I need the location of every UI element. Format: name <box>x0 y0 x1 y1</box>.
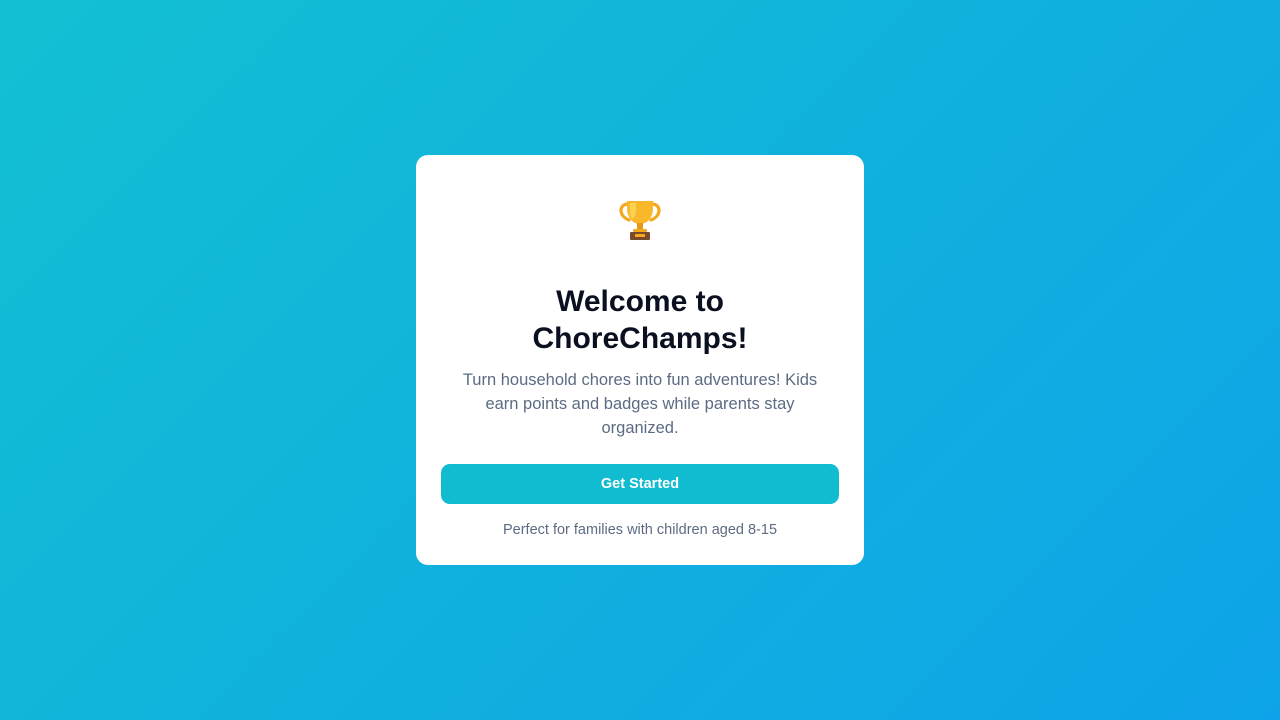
welcome-card: Welcome to ChoreChamps! Turn household c… <box>416 155 864 565</box>
audience-note: Perfect for families with children aged … <box>502 522 778 538</box>
get-started-button[interactable]: Get Started <box>441 464 839 504</box>
welcome-title: Welcome to ChoreChamps! <box>532 285 748 355</box>
trophy-icon <box>416 198 864 244</box>
welcome-description: Turn household chores into fun adventure… <box>462 371 818 437</box>
